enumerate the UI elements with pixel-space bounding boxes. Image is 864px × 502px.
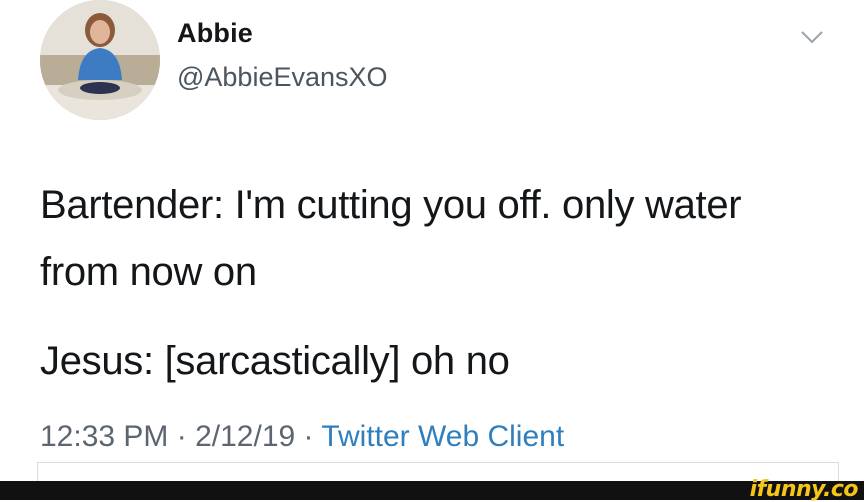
meta-separator: · (168, 420, 196, 453)
tweet-card: Abbie @AbbieEvansXO Bartender: I'm cutti… (0, 0, 864, 485)
chevron-down-icon[interactable] (798, 26, 826, 48)
site-watermark: ifunny.co (749, 477, 859, 502)
tweet-text-line: Bartender: I'm cutting you off. only wat… (40, 183, 742, 227)
tweet-time[interactable]: 12:33 PM (40, 420, 168, 453)
tweet-text: Bartender: I'm cutting you off. only wat… (40, 172, 840, 395)
avatar-photo (40, 0, 160, 120)
tweet-metadata: 12:33 PM · 2/12/19 · Twitter Web Client (40, 420, 564, 454)
user-handle[interactable]: @AbbieEvansXO (177, 62, 388, 93)
tweet-text-line: from now on (40, 250, 257, 294)
meta-separator: · (295, 420, 322, 453)
watermark-bar (0, 481, 864, 500)
tweet-date[interactable]: 2/12/19 (195, 420, 295, 453)
display-name[interactable]: Abbie (177, 18, 253, 49)
tweet-text-line: Jesus: [sarcastically] oh no (40, 339, 510, 383)
avatar[interactable] (40, 0, 160, 120)
tweet-client-link[interactable]: Twitter Web Client (321, 420, 564, 453)
